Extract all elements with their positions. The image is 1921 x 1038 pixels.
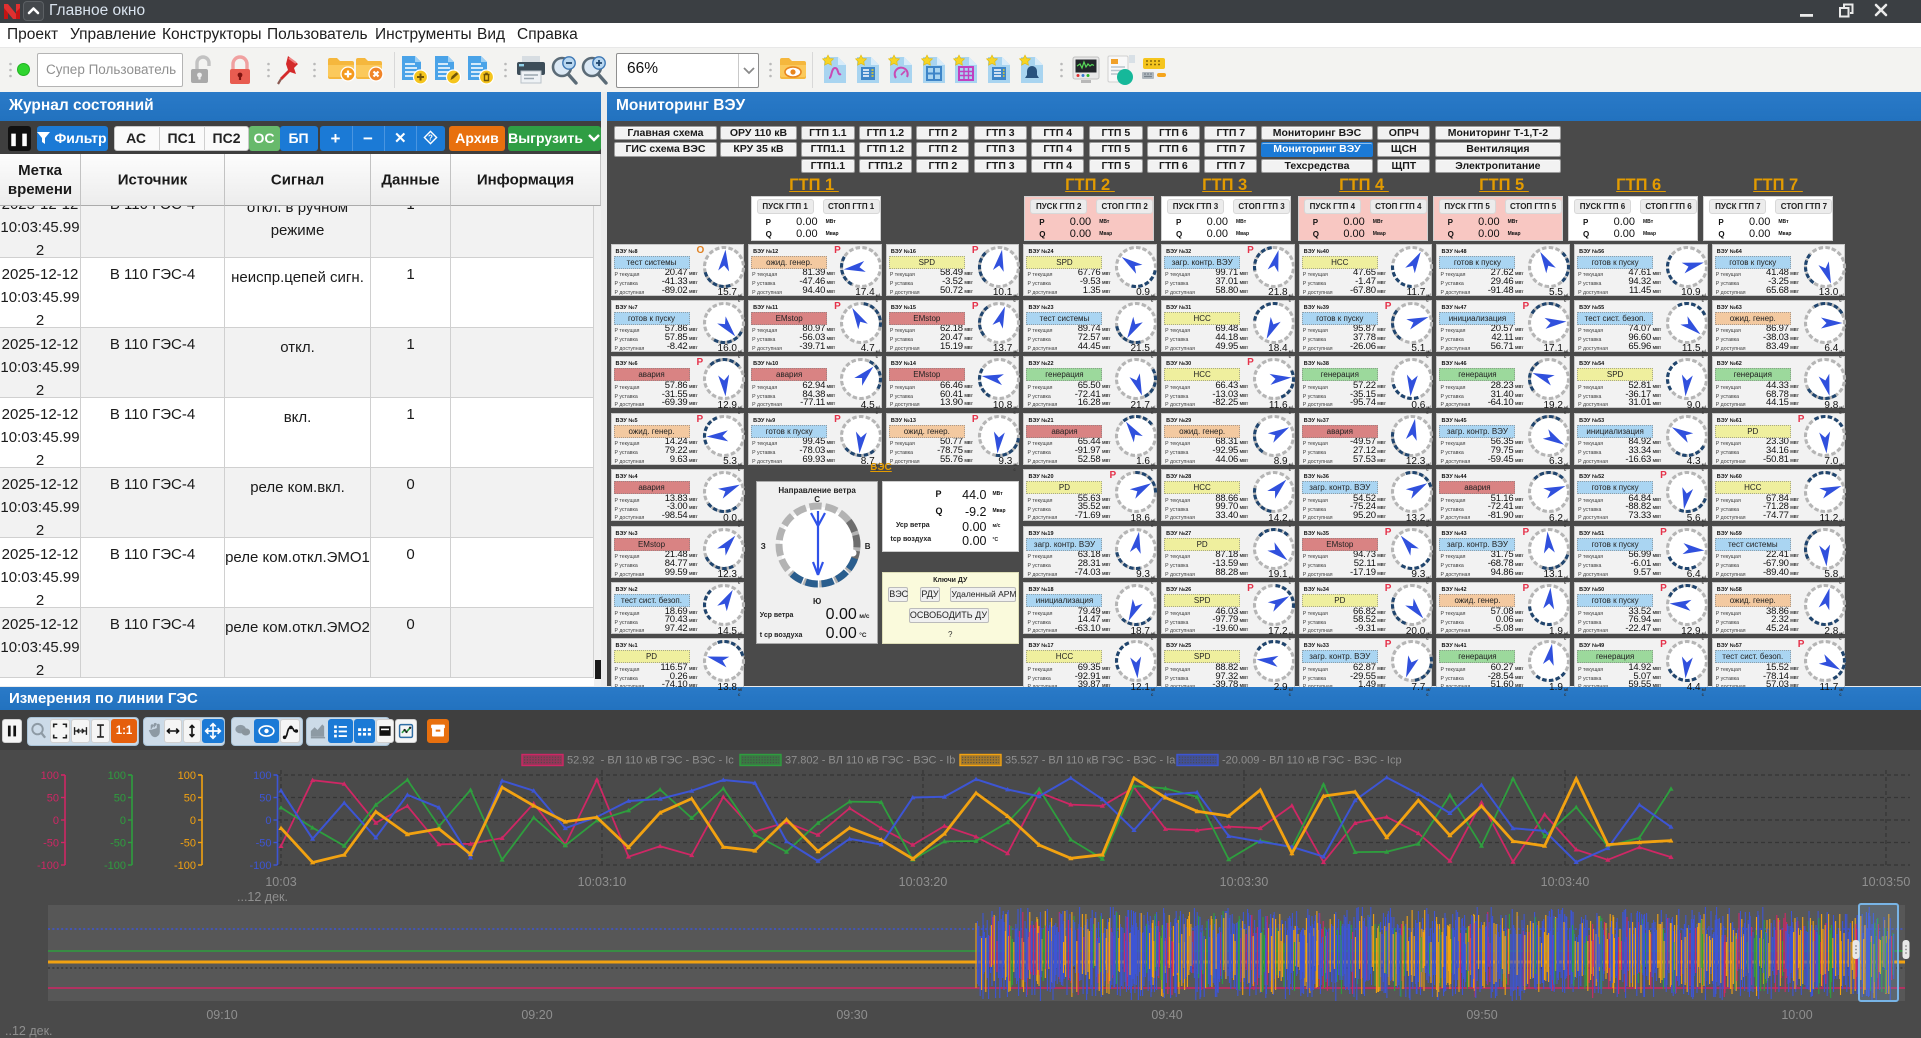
svg-text:0: 0: [190, 815, 196, 827]
svg-text:09:10: 09:10: [206, 1008, 237, 1022]
svg-text:-100: -100: [249, 860, 271, 872]
svg-text:10:00: 10:00: [1781, 1008, 1812, 1022]
svg-text:-50: -50: [110, 838, 126, 850]
svg-text:10:03:50: 10:03:50: [1862, 875, 1911, 889]
svg-text:50: 50: [47, 793, 59, 805]
svg-text:52.92 - ВЛ 110 кВ ГЭС - ВЭС -: 52.92 - ВЛ 110 кВ ГЭС - ВЭС - Ic: [567, 755, 734, 767]
svg-text:-50: -50: [43, 838, 59, 850]
svg-text:100: 100: [253, 770, 271, 782]
svg-text:-20.009 - ВЛ 110 кВ ГЭС - ВЭС: -20.009 - ВЛ 110 кВ ГЭС - ВЭС - Icp: [1222, 755, 1402, 767]
svg-text:100: 100: [41, 770, 59, 782]
svg-text:100: 100: [108, 770, 126, 782]
svg-text:?: ?: [428, 133, 433, 142]
svg-text:09:40: 09:40: [1151, 1008, 1182, 1022]
svg-text:...12 дек.: ...12 дек.: [237, 890, 288, 904]
svg-text:-100: -100: [104, 860, 126, 872]
svg-text:10:03:10: 10:03:10: [578, 875, 627, 889]
svg-text:09:50: 09:50: [1466, 1008, 1497, 1022]
svg-text:-100: -100: [37, 860, 59, 872]
svg-text:-50: -50: [256, 838, 272, 850]
svg-text:-100: -100: [174, 860, 196, 872]
svg-text:10:03:40: 10:03:40: [1541, 875, 1590, 889]
svg-text:35.527 - ВЛ 110 кВ ГЭС - ВЭС -: 35.527 - ВЛ 110 кВ ГЭС - ВЭС - Ia: [1005, 755, 1176, 767]
svg-text:10:03:30: 10:03:30: [1220, 875, 1269, 889]
svg-text:50: 50: [259, 793, 271, 805]
svg-text:..12 дек.: ..12 дек.: [5, 1024, 53, 1038]
svg-text:0: 0: [265, 815, 271, 827]
svg-text:50: 50: [114, 793, 126, 805]
svg-text:10:03: 10:03: [265, 875, 296, 889]
svg-text:37.802 - ВЛ 110 кВ ГЭС - ВЭС -: 37.802 - ВЛ 110 кВ ГЭС - ВЭС - Ib: [785, 755, 955, 767]
svg-text:10:03:20: 10:03:20: [899, 875, 948, 889]
svg-text:0: 0: [53, 815, 59, 827]
svg-text:09:20: 09:20: [521, 1008, 552, 1022]
svg-text:100: 100: [178, 770, 196, 782]
svg-text:-50: -50: [180, 838, 196, 850]
svg-text:09:30: 09:30: [836, 1008, 867, 1022]
svg-text:0: 0: [120, 815, 126, 827]
svg-text:50: 50: [184, 793, 196, 805]
